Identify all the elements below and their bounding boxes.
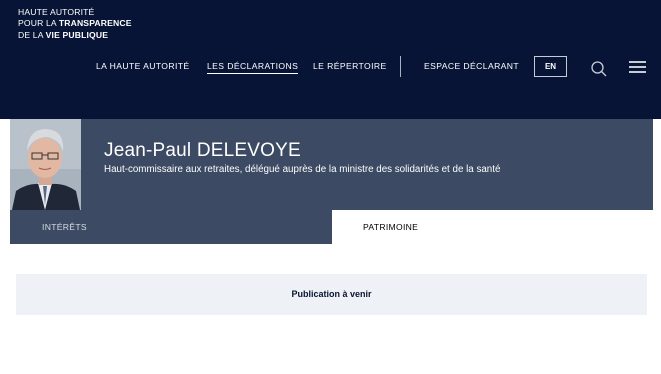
publication-status: Publication à venir bbox=[16, 274, 647, 315]
person-name: Jean-Paul DELEVOYE bbox=[104, 140, 301, 161]
logo-line-1: HAUTE AUTORITÉ bbox=[18, 7, 95, 17]
avatar bbox=[10, 119, 81, 210]
logo-line-2: POUR LA TRANSPARENCE bbox=[18, 18, 132, 29]
nav-item-declarations[interactable]: LES DÉCLARATIONS bbox=[207, 61, 299, 74]
tab-patrimoine[interactable]: PATRIMOINE bbox=[332, 210, 661, 244]
nav-item-repertoire[interactable]: LE RÉPERTOIRE bbox=[313, 61, 387, 71]
logo-line-3: DE LA VIE PUBLIQUE bbox=[18, 29, 109, 40]
tab-interets[interactable]: INTÉRÊTS bbox=[10, 210, 332, 244]
site-logo[interactable]: HAUTE AUTORITÉ POUR LA TRANSPARENCE DE L… bbox=[18, 7, 132, 41]
menu-icon[interactable] bbox=[629, 61, 646, 73]
search-icon[interactable] bbox=[590, 60, 608, 78]
site-header: HAUTE AUTORITÉ POUR LA TRANSPARENCE DE L… bbox=[0, 0, 661, 119]
nav-divider bbox=[400, 56, 401, 77]
nav-item-haute-autorite[interactable]: LA HAUTE AUTORITÉ bbox=[96, 61, 190, 71]
nav-item-espace-declarant[interactable]: ESPACE DÉCLARANT bbox=[424, 61, 519, 71]
language-button[interactable]: EN bbox=[534, 56, 567, 77]
person-role: Haut-commissaire aux retraites, délégué … bbox=[104, 164, 501, 175]
